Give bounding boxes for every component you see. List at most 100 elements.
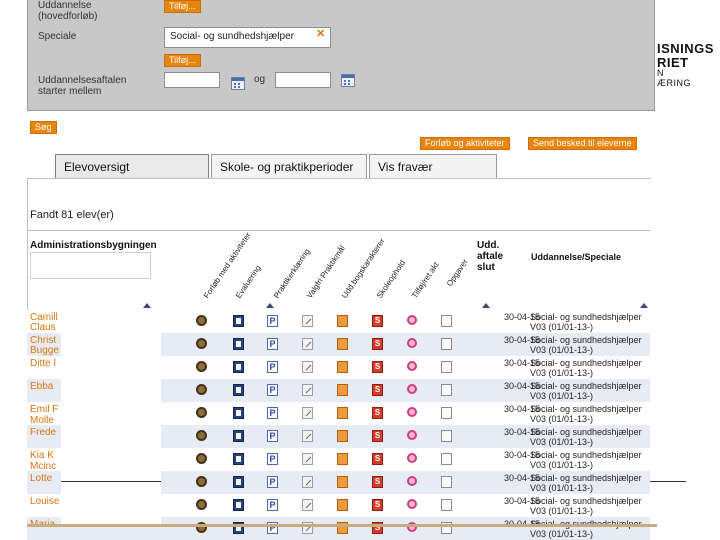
p-doc-icon[interactable]: P: [267, 499, 278, 511]
book-icon[interactable]: [337, 476, 348, 488]
evaluation-icon[interactable]: [233, 476, 244, 488]
document-icon[interactable]: [441, 476, 452, 488]
add-uddannelse-button[interactable]: Tilføj...: [164, 0, 201, 13]
evaluation-icon[interactable]: [233, 430, 244, 442]
p-doc-icon[interactable]: P: [267, 384, 278, 396]
p-doc-icon[interactable]: P: [267, 361, 278, 373]
document-icon[interactable]: [441, 499, 452, 511]
book-icon[interactable]: [337, 338, 348, 350]
bulb-icon[interactable]: [407, 453, 417, 463]
s-icon[interactable]: S: [372, 384, 383, 396]
evaluation-icon[interactable]: [233, 407, 244, 419]
student-name-link[interactable]: Louise: [30, 496, 59, 507]
gear-icon[interactable]: [196, 476, 207, 487]
evaluation-icon[interactable]: [233, 338, 244, 350]
pencil-icon[interactable]: [302, 453, 313, 465]
pencil-icon[interactable]: [302, 384, 313, 396]
s-icon[interactable]: S: [372, 338, 383, 350]
gear-icon[interactable]: [196, 430, 207, 441]
tab-skole-praktik[interactable]: Skole- og praktikperioder: [211, 154, 367, 178]
book-icon[interactable]: [337, 430, 348, 442]
sort-name-arrow-icon[interactable]: [143, 303, 151, 308]
pencil-icon[interactable]: [302, 338, 313, 350]
pencil-icon[interactable]: [302, 430, 313, 442]
pencil-icon[interactable]: [302, 407, 313, 419]
s-icon[interactable]: S: [372, 476, 383, 488]
pencil-icon[interactable]: [302, 499, 313, 511]
student-name-fragment[interactable]: Bugge: [30, 345, 59, 356]
book-icon[interactable]: [337, 407, 348, 419]
s-icon[interactable]: S: [372, 453, 383, 465]
sort-speciale-arrow-icon[interactable]: [640, 303, 648, 308]
student-name-fragment[interactable]: Mcinc: [30, 461, 56, 472]
gear-icon[interactable]: [196, 499, 207, 510]
document-icon[interactable]: [441, 361, 452, 373]
book-icon[interactable]: [337, 384, 348, 396]
gear-icon[interactable]: [196, 361, 207, 372]
date-from-input[interactable]: [164, 72, 220, 88]
s-icon[interactable]: S: [372, 407, 383, 419]
bulb-icon[interactable]: [407, 476, 417, 486]
send-message-button[interactable]: Send besked til eleverne: [528, 137, 637, 150]
sort-date-arrow-icon[interactable]: [482, 303, 490, 308]
evaluation-icon[interactable]: [233, 453, 244, 465]
student-name-link[interactable]: Ditte I: [30, 358, 56, 369]
gear-icon[interactable]: [196, 407, 207, 418]
p-doc-icon[interactable]: P: [267, 430, 278, 442]
bulb-icon[interactable]: [407, 499, 417, 509]
gear-icon[interactable]: [196, 315, 207, 326]
evaluation-icon[interactable]: [233, 361, 244, 373]
student-name-fragment[interactable]: Claus: [30, 322, 56, 333]
bulb-icon[interactable]: [407, 338, 417, 348]
gear-icon[interactable]: [196, 338, 207, 349]
student-name-link[interactable]: Frede: [30, 427, 56, 438]
bulb-icon[interactable]: [407, 407, 417, 417]
s-icon[interactable]: S: [372, 499, 383, 511]
date-to-input[interactable]: [275, 72, 331, 88]
document-icon[interactable]: [441, 407, 452, 419]
p-doc-icon[interactable]: P: [267, 338, 278, 350]
calendar-to-icon[interactable]: [341, 74, 355, 87]
document-icon[interactable]: [441, 315, 452, 327]
s-icon[interactable]: S: [372, 361, 383, 373]
s-icon[interactable]: S: [372, 430, 383, 442]
document-icon[interactable]: [441, 453, 452, 465]
pencil-icon[interactable]: [302, 361, 313, 373]
p-doc-icon[interactable]: P: [267, 315, 278, 327]
evaluation-icon[interactable]: [233, 315, 244, 327]
bulb-icon[interactable]: [407, 384, 417, 394]
student-name-link[interactable]: Lotte: [30, 473, 52, 484]
document-icon[interactable]: [441, 384, 452, 396]
pencil-icon[interactable]: [302, 315, 313, 327]
document-icon[interactable]: [441, 430, 452, 442]
sort-praktik-arrow-icon[interactable]: [266, 303, 274, 308]
bulb-icon[interactable]: [407, 361, 417, 371]
book-icon[interactable]: [337, 315, 348, 327]
document-icon[interactable]: [441, 338, 452, 350]
forloeb-button[interactable]: Forløb og aktiviteter: [420, 137, 510, 150]
s-icon[interactable]: S: [372, 315, 383, 327]
p-doc-icon[interactable]: P: [267, 453, 278, 465]
bulb-icon[interactable]: [407, 430, 417, 440]
book-icon[interactable]: [337, 499, 348, 511]
speciale-field[interactable]: Social- og sundhedshjælper ✕: [164, 27, 331, 48]
book-icon[interactable]: [337, 453, 348, 465]
search-button[interactable]: Søg: [30, 121, 57, 134]
tab-vis-fravaer[interactable]: Vis fravær: [369, 154, 497, 178]
student-name-link[interactable]: Ebba: [30, 381, 53, 392]
add-speciale-button[interactable]: Tilføj...: [164, 54, 201, 67]
remove-speciale-icon[interactable]: ✕: [316, 29, 325, 40]
pencil-icon[interactable]: [302, 476, 313, 488]
tab-elevoversigt[interactable]: Elevoversigt: [55, 154, 209, 178]
gear-icon[interactable]: [196, 453, 207, 464]
student-name-link[interactable]: Emil F: [30, 404, 58, 415]
bulb-icon[interactable]: [407, 315, 417, 325]
p-doc-icon[interactable]: P: [267, 476, 278, 488]
evaluation-icon[interactable]: [233, 384, 244, 396]
p-doc-icon[interactable]: P: [267, 407, 278, 419]
gear-icon[interactable]: [196, 384, 207, 395]
calendar-from-icon[interactable]: [231, 77, 245, 90]
student-name-link[interactable]: Kia K: [30, 450, 54, 461]
evaluation-icon[interactable]: [233, 499, 244, 511]
student-name-fragment[interactable]: Molle: [30, 415, 54, 426]
